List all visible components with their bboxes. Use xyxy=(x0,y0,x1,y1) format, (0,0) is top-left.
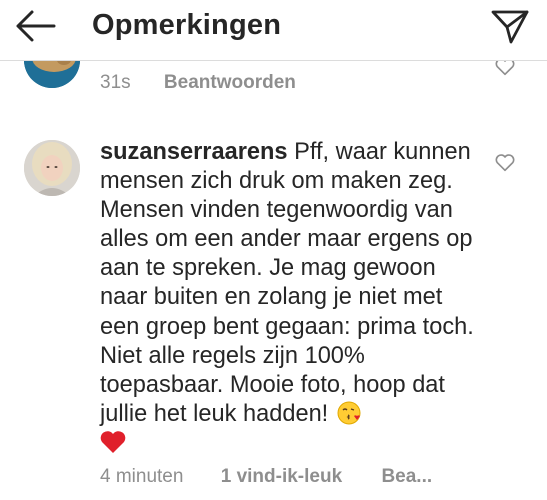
comment-like-button[interactable] xyxy=(494,152,516,174)
comment-text: Pff, waar kunnen mensen zich druk om mak… xyxy=(100,139,474,427)
comment-reply-button[interactable]: Bea... xyxy=(381,466,432,488)
page-title: Opmerkingen xyxy=(92,9,282,41)
previous-comment-meta: 31s Beantwoorden xyxy=(100,72,296,94)
face-blowing-kiss-emoji xyxy=(337,401,361,425)
heart-outline-icon xyxy=(495,154,515,172)
send-button[interactable] xyxy=(490,6,530,46)
commenter-avatar[interactable] xyxy=(24,140,80,196)
paper-plane-icon xyxy=(491,10,529,44)
comment-meta: 4 minuten 1 vind-ik-leuk Bea... xyxy=(100,466,432,488)
comment-time: 4 minuten xyxy=(100,466,184,487)
avatar-image xyxy=(24,140,80,196)
top-bar: Opmerkingen xyxy=(0,0,547,61)
previous-comment-time: 31s xyxy=(100,72,131,93)
comment-body: suzanserraarens Pff, waar kunnen mensen … xyxy=(100,138,480,458)
back-button[interactable] xyxy=(14,8,58,44)
arrow-left-icon xyxy=(16,10,56,42)
red-heart-emoji xyxy=(100,430,126,454)
comment-username[interactable]: suzanserraarens xyxy=(100,139,288,165)
comment-likes-link[interactable]: 1 vind-ik-leuk xyxy=(221,466,342,488)
previous-reply-button[interactable]: Beantwoorden xyxy=(164,72,296,93)
